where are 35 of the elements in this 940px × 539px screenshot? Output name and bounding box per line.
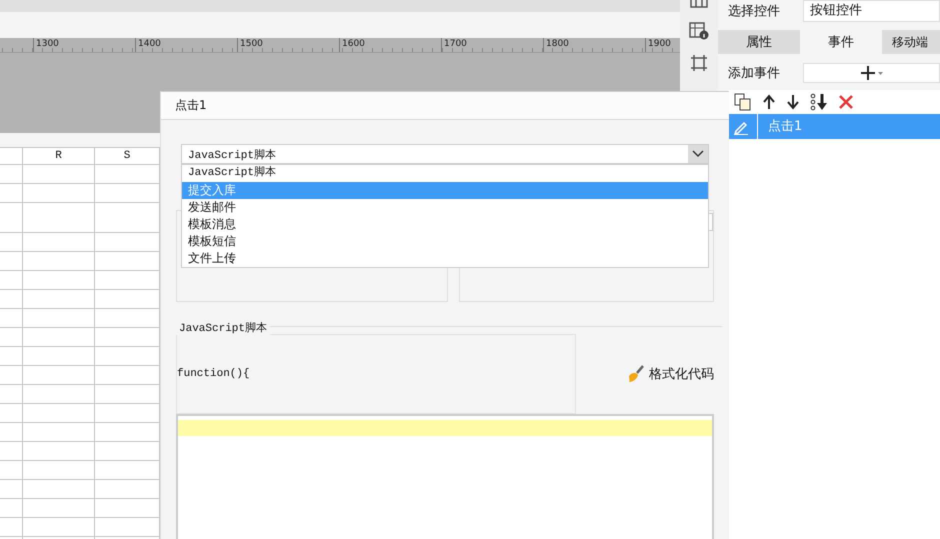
dropdown-option[interactable]: 文件上传 bbox=[182, 250, 708, 267]
dropdown-option[interactable]: 模板消息 bbox=[182, 216, 708, 233]
code-text: function(){ bbox=[177, 368, 250, 380]
column-header[interactable]: R bbox=[22, 148, 94, 164]
add-event-button[interactable] bbox=[803, 63, 940, 83]
dropdown-option[interactable]: 模板短信 bbox=[182, 233, 708, 250]
format-code-button[interactable]: 格式化代码 bbox=[627, 365, 714, 383]
broom-icon bbox=[627, 365, 645, 383]
chevron-down-icon[interactable] bbox=[688, 145, 708, 163]
grid-icon[interactable] bbox=[690, 0, 708, 8]
ruler-label: 1500 bbox=[237, 38, 339, 52]
ruler-label: 1700 bbox=[441, 38, 543, 52]
arrow-down-icon[interactable] bbox=[786, 94, 800, 110]
event-label: 点击1 bbox=[757, 114, 802, 139]
ruler-label: 1600 bbox=[339, 38, 441, 52]
copy-icon[interactable] bbox=[734, 93, 752, 111]
control-label: 选择控件 bbox=[727, 3, 781, 20]
dropdown-option[interactable]: 发送邮件 bbox=[182, 199, 708, 216]
control-select[interactable]: 按钮控件 bbox=[803, 0, 940, 22]
ruler-label: 1800 bbox=[543, 38, 645, 52]
arrow-up-icon[interactable] bbox=[762, 94, 776, 110]
column-header[interactable]: S bbox=[94, 148, 160, 164]
section-title: JavaScript脚本 bbox=[176, 320, 270, 334]
frame-icon[interactable] bbox=[690, 54, 708, 72]
dropdown-option[interactable]: JavaScript脚本 bbox=[182, 165, 708, 182]
add-event-label: 添加事件 bbox=[727, 65, 781, 82]
delete-icon[interactable] bbox=[838, 94, 854, 110]
move-bottom-icon[interactable] bbox=[810, 93, 828, 111]
plus-icon bbox=[860, 66, 882, 80]
panel-tab[interactable]: 属性 bbox=[718, 30, 800, 54]
panel-tab[interactable]: 移动端 bbox=[882, 30, 940, 54]
ruler-label: 1300 bbox=[33, 38, 135, 52]
dialog-title: 点击1 bbox=[161, 92, 729, 120]
ruler-label: 1400 bbox=[135, 38, 237, 52]
table-info-icon[interactable] bbox=[689, 22, 709, 40]
